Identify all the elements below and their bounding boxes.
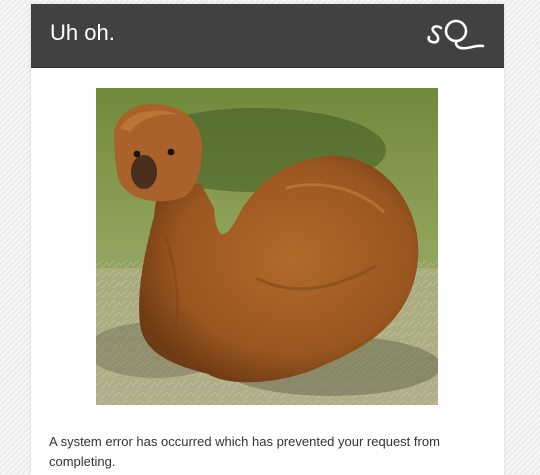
error-card: Uh oh. A system error has occurred which…: [31, 4, 504, 475]
sq-logo-icon[interactable]: [427, 16, 485, 56]
page-title: Uh oh.: [50, 20, 115, 45]
alpaca-photo: [96, 88, 438, 405]
header-bar: Uh oh.: [31, 4, 504, 68]
error-message: A system error has occurred which has pr…: [49, 434, 440, 469]
